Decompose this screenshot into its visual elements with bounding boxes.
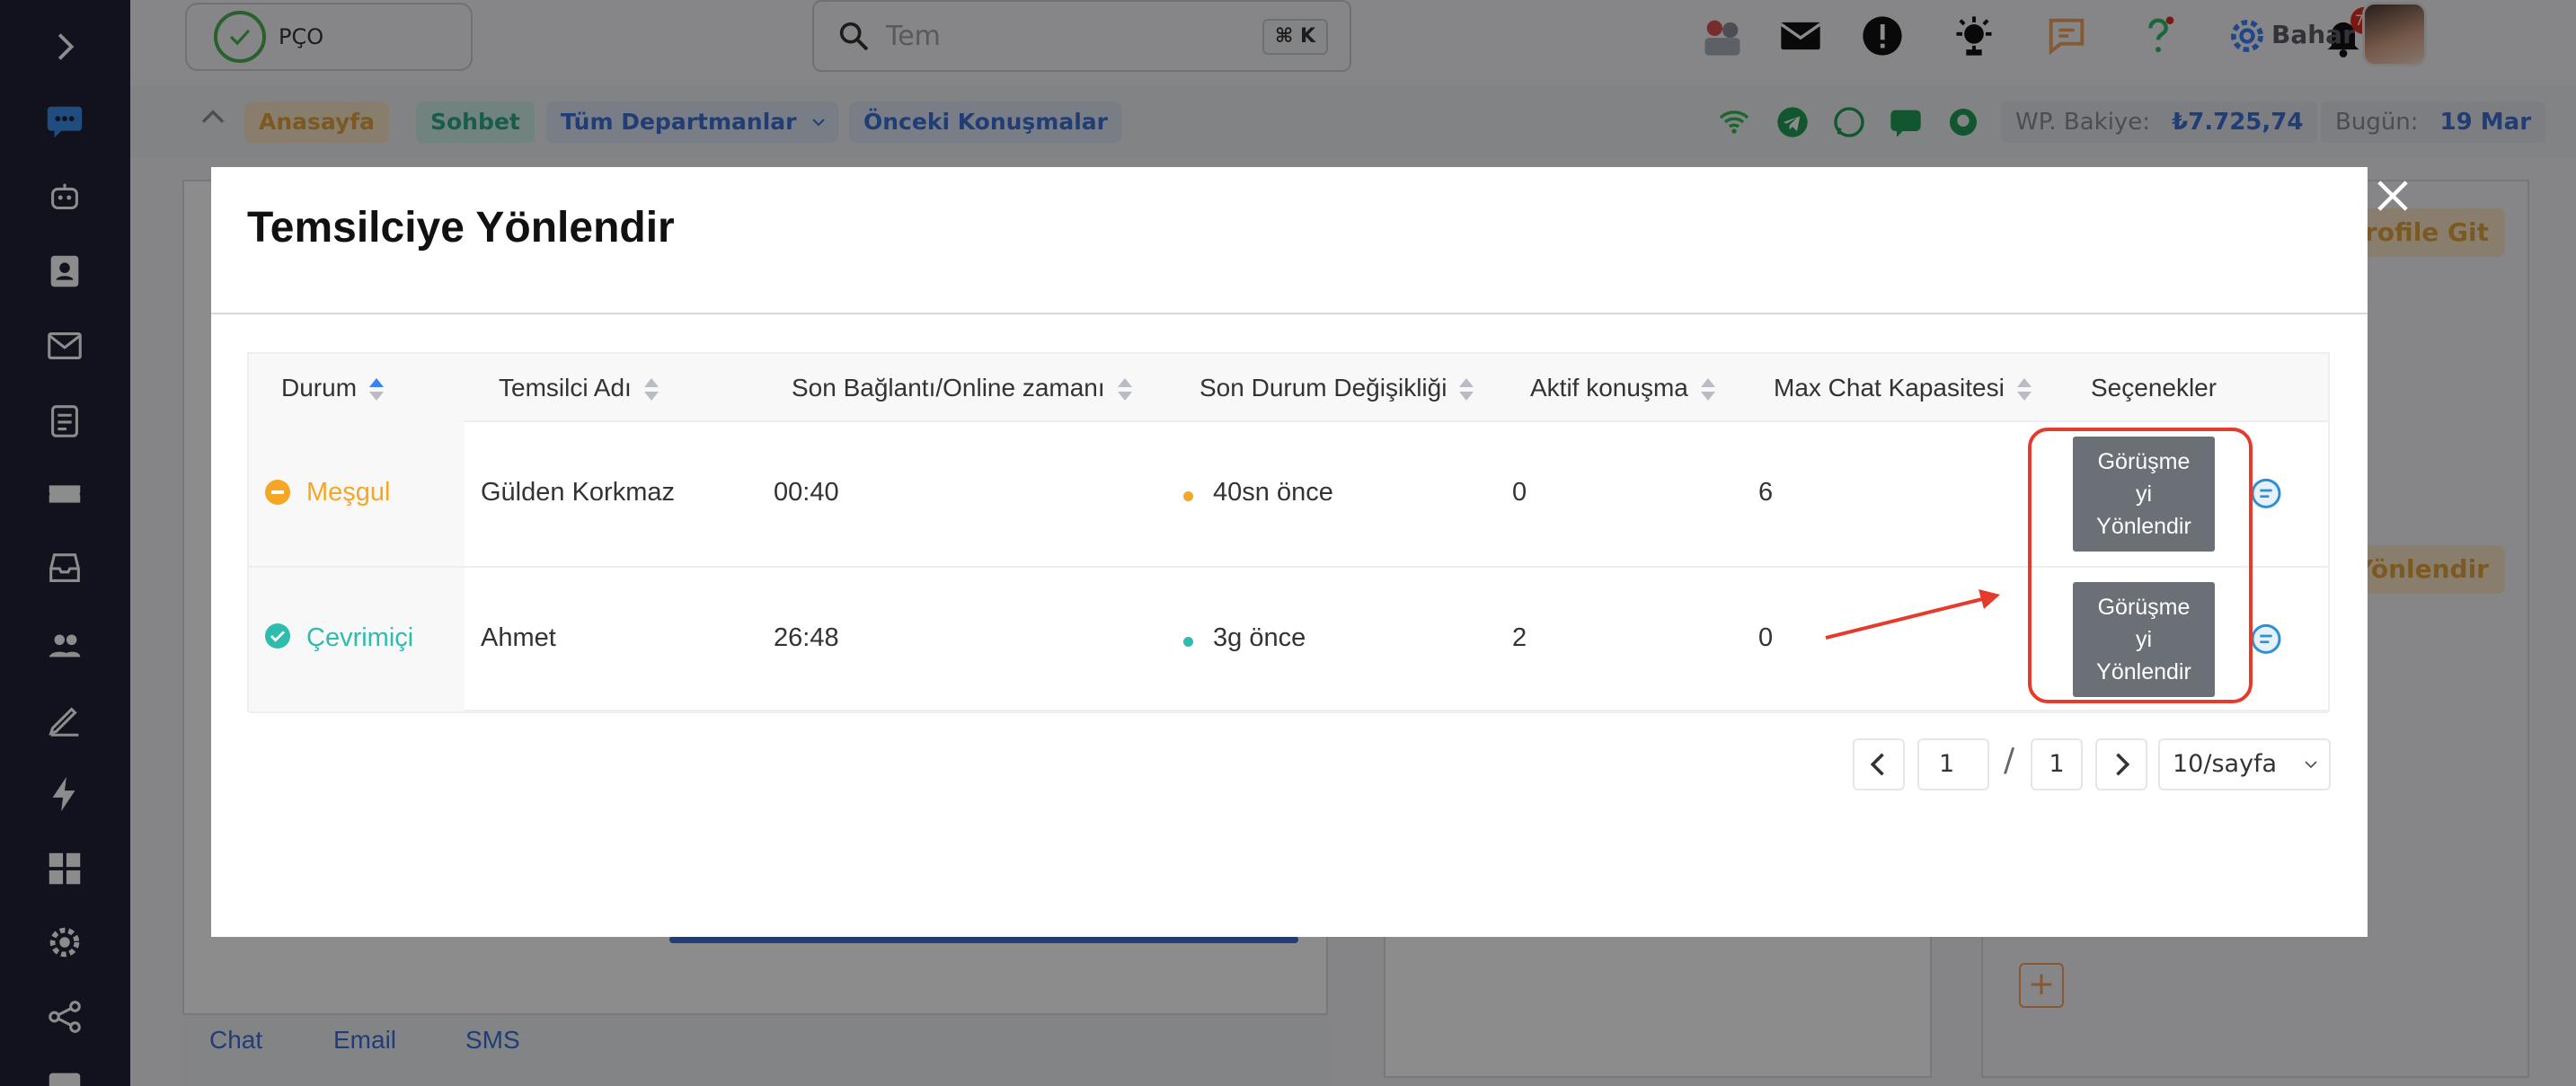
sort-icon[interactable]: [369, 376, 385, 403]
agent-status: Meşgul: [306, 478, 391, 507]
modal-title: Temsilciye Yönlendir: [247, 204, 675, 252]
column-status[interactable]: Durum: [281, 354, 385, 422]
chevron-down-icon: [2305, 761, 2317, 769]
column-max-capacity[interactable]: Max Chat Kapasitesi: [1774, 354, 2032, 422]
column-status-change[interactable]: Son Durum Değişikliği: [1199, 354, 1474, 422]
table-row: Çevrimiçi Ahmet 26:48 3g önce 2 0 Görüşm…: [249, 568, 2328, 713]
column-active-chats[interactable]: Aktif konuşma: [1530, 354, 1715, 422]
column-options: Seçenekler: [2091, 374, 2217, 402]
column-status-label: Durum: [281, 374, 358, 402]
page-size-select[interactable]: 10/sayfa: [2158, 738, 2331, 790]
sort-icon[interactable]: [2016, 376, 2032, 403]
active-chats: 2: [1512, 623, 1527, 652]
active-chats: 0: [1512, 478, 1527, 507]
online-icon: [265, 623, 290, 649]
annotation-arrow: [1825, 589, 2000, 640]
column-agent-name[interactable]: Temsilci Adı: [499, 354, 659, 422]
column-active-chats-label: Aktif konuşma: [1530, 374, 1688, 402]
sort-icon[interactable]: [1459, 376, 1474, 403]
status-dot: [1183, 637, 1193, 647]
status-change: 3g önce: [1213, 623, 1306, 652]
column-last-online-label: Son Bağlantı/Online zamanı: [792, 374, 1105, 402]
page-input[interactable]: 1: [1917, 738, 1989, 790]
chat-bubble-icon[interactable]: [2248, 622, 2284, 658]
agents-table: Durum Temsilci Adı Son Bağlantı/Online z…: [247, 352, 2330, 713]
agent-name: Gülden Korkmaz: [481, 478, 675, 507]
sort-icon[interactable]: [1700, 376, 1715, 403]
agent-name: Ahmet: [481, 623, 556, 652]
prev-page-button[interactable]: [1853, 738, 1905, 790]
table-row: Meşgul Gülden Korkmaz 00:40 40sn önce 0 …: [249, 422, 2328, 568]
table-header: Durum Temsilci Adı Son Bağlantı/Online z…: [249, 354, 2328, 422]
close-icon[interactable]: [2369, 172, 2416, 219]
column-last-online[interactable]: Son Bağlantı/Online zamanı: [792, 354, 1132, 422]
last-online: 26:48: [774, 623, 839, 652]
status-change: 40sn önce: [1213, 478, 1333, 507]
next-page-button[interactable]: [2095, 738, 2147, 790]
max-capacity: 0: [1758, 623, 1774, 652]
last-online: 00:40: [774, 478, 839, 507]
highlight-box: [2028, 428, 2253, 703]
busy-icon: [265, 480, 290, 505]
sort-icon[interactable]: [643, 376, 659, 403]
page-separator: /: [2004, 742, 2015, 779]
max-capacity: 6: [1758, 478, 1774, 507]
sort-icon[interactable]: [1117, 376, 1132, 403]
status-dot: [1183, 491, 1193, 501]
page-size-label: 10/sayfa: [2173, 750, 2278, 778]
column-status-change-label: Son Durum Değişikliği: [1199, 374, 1447, 402]
modal-divider: [211, 313, 2368, 314]
total-pages: 1: [2031, 738, 2083, 790]
column-max-capacity-label: Max Chat Kapasitesi: [1774, 374, 2005, 402]
chat-bubble-icon[interactable]: [2248, 477, 2284, 513]
agent-status: Çevrimiçi: [306, 623, 414, 652]
column-agent-name-label: Temsilci Adı: [499, 374, 632, 402]
